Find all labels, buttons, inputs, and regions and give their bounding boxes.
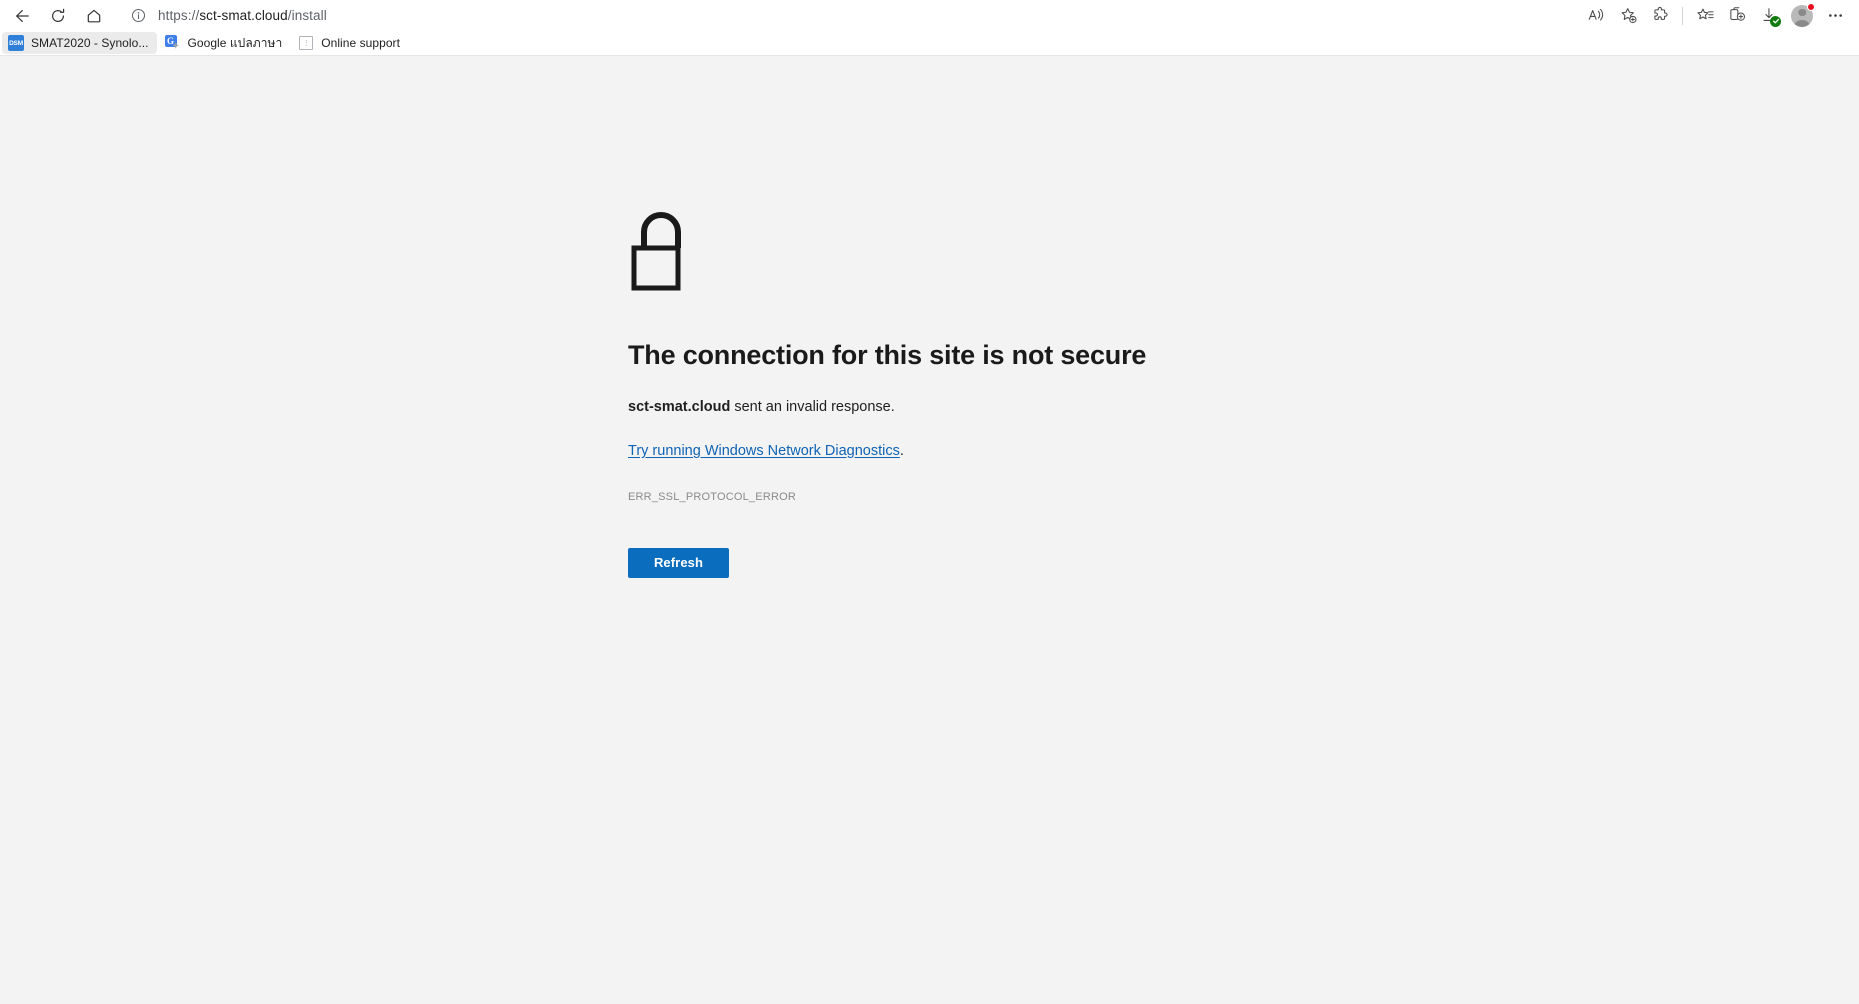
download-complete-badge <box>1770 15 1781 27</box>
refresh-button[interactable]: Refresh <box>628 547 729 578</box>
bookmark-google-translate[interactable]: G ✦ Google แปลภาษา <box>159 32 291 54</box>
bookmarks-bar: DSM SMAT2020 - Synolo... G ✦ Google แปลภ… <box>0 31 1859 56</box>
error-code: ERR_SSL_PROTOCOL_ERROR <box>628 490 797 503</box>
downloads-button[interactable] <box>1753 2 1785 30</box>
back-arrow-icon <box>16 9 29 22</box>
settings-and-more-button[interactable] <box>1819 2 1851 30</box>
address-bar[interactable]: https://sct-smat.cloud/install <box>118 1 1578 30</box>
check-icon <box>1772 18 1779 24</box>
split-screen-button[interactable] <box>1721 2 1753 30</box>
bookmark-label: Google แปลภาษา <box>187 35 283 50</box>
error-diagnostics-line: Try running Windows Network Diagnostics. <box>628 441 1328 461</box>
collections-button[interactable] <box>1689 2 1721 30</box>
document-icon: ⋮ <box>298 35 314 51</box>
split-screen-icon <box>1729 7 1745 21</box>
site-info-icon[interactable] <box>128 6 148 26</box>
bookmark-online-support[interactable]: ⋮ Online support <box>292 32 408 54</box>
bookmark-label: SMAT2020 - Synolo... <box>31 36 149 50</box>
url-path: /install <box>287 8 327 23</box>
dsm-icon-text: DSM <box>8 35 24 51</box>
url-host: sct-smat.cloud <box>199 8 288 23</box>
collections-icon <box>1696 8 1714 20</box>
read-aloud-icon <box>1588 8 1603 21</box>
address-bar-url[interactable]: https://sct-smat.cloud/install <box>158 8 327 23</box>
ssl-error-container: The connection for this site is not secu… <box>628 204 1328 578</box>
back-button[interactable] <box>4 2 40 30</box>
toolbar-divider <box>1682 6 1683 25</box>
add-favorite-button[interactable] <box>1612 2 1644 30</box>
profile-notification-dot <box>1807 2 1815 11</box>
home-icon <box>87 9 101 22</box>
google-translate-icon: G ✦ <box>164 35 181 52</box>
error-description: sct-smat.cloud sent an invalid response. <box>628 397 1328 417</box>
info-circle-icon <box>131 8 145 23</box>
browser-toolbar: https://sct-smat.cloud/install <box>0 0 1859 31</box>
ellipsis-icon <box>1828 14 1842 17</box>
url-scheme: https:// <box>158 8 200 23</box>
extensions-icon <box>1653 6 1667 20</box>
error-description-host: sct-smat.cloud <box>628 399 731 416</box>
extensions-button[interactable] <box>1644 2 1676 30</box>
reload-icon <box>52 8 65 22</box>
link-period: . <box>899 442 904 459</box>
error-description-rest: sent an invalid response. <box>730 399 895 416</box>
address-bar-container[interactable]: https://sct-smat.cloud/install <box>118 1 1578 30</box>
read-aloud-button[interactable] <box>1580 2 1612 30</box>
unlocked-padlock-icon <box>628 204 1328 299</box>
toolbar-right-icons <box>1580 2 1851 30</box>
browser-window: https://sct-smat.cloud/install DSM SMAT2… <box>0 0 1859 1004</box>
bookmark-smat2020[interactable]: DSM SMAT2020 - Synolo... <box>2 32 157 54</box>
profile-button[interactable] <box>1785 2 1819 30</box>
network-diagnostics-link[interactable]: Try running Windows Network Diagnostics <box>628 443 900 459</box>
home-button[interactable] <box>76 2 112 30</box>
reload-button[interactable] <box>40 2 76 30</box>
bookmark-label: Online support <box>321 36 400 50</box>
add-favorite-icon <box>1621 8 1637 24</box>
translate-star-glyph: ✦ <box>171 41 180 52</box>
page-content: The connection for this site is not secu… <box>0 56 1859 1004</box>
dsm-icon: DSM <box>8 35 24 51</box>
error-title: The connection for this site is not secu… <box>628 340 1147 370</box>
